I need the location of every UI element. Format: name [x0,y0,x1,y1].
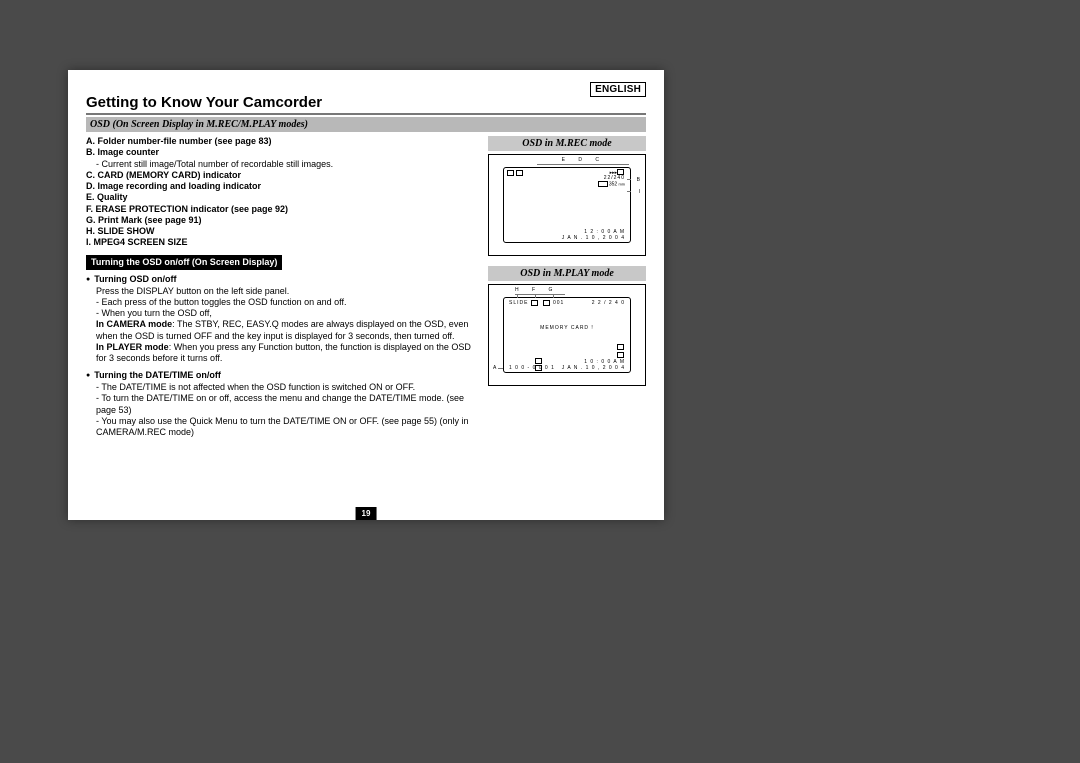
mplay-file: 1 0 0 - 0 0 0 1 [509,365,555,371]
mplay-marker-a: A [493,365,497,371]
title-rule [86,113,646,115]
bullet-turning-datetime: Turning the DATE/TIME on/off [86,370,478,382]
card-icon-2 [617,344,624,350]
dt-text-2: - To turn the DATE/TIME on or off, acces… [96,393,478,416]
item-b-sub: - Current still image/Total number of re… [96,159,478,170]
mplay-slide: SLIDE [509,300,528,306]
mrec-size: 352 [609,182,617,188]
sf-icon [507,170,514,176]
mplay-date: J A N . 1 0 , 2 0 0 4 [562,365,625,371]
box-icon [617,169,624,175]
item-c: C. CARD (MEMORY CARD) indicator [86,170,478,181]
section-heading-osd-onoff: Turning the OSD on/off (On Screen Displa… [86,255,282,270]
mplay-top-markers: H F G [515,287,558,293]
item-d: D. Image recording and loading indicator [86,181,478,192]
dt-text-1: - The DATE/TIME is not affected when the… [96,382,478,393]
item-f: F. ERASE PROTECTION indicator (see page … [86,204,478,215]
size-icon [598,181,608,187]
osd-text-1: Press the DISPLAY button on the left sid… [96,286,478,297]
item-h: H. SLIDE SHOW [86,226,478,237]
camera-mode-label: In CAMERA mode [96,319,172,329]
item-b: B. Image counter [86,147,478,158]
osd-player-mode: In PLAYER mode: When you press any Funct… [96,342,478,365]
mrec-top-markers: E D C [562,157,605,163]
item-e: E. Quality [86,192,478,203]
manual-page: ENGLISH Getting to Know Your Camcorder O… [68,70,664,520]
mplay-diagram: H F G SLIDE 001 2 2 / 2 4 0 MEMORY CARD … [488,284,646,386]
page-number: 19 [356,507,377,520]
bullet-turning-osd: Turning OSD on/off [86,274,478,286]
blank-icon-2 [535,358,542,364]
mplay-header: OSD in M.PLAY mode [488,266,646,281]
player-mode-label: In PLAYER mode [96,342,169,352]
mplay-num: 001 [553,300,564,306]
mrec-diagram: E D C ▸▸▸ 22/240 352 min B I [488,154,646,256]
mrec-header: OSD in M.REC mode [488,136,646,151]
mplay-memcard: MEMORY CARD ! [489,325,645,331]
mplay-counter: 2 2 / 2 4 0 [592,300,625,306]
lock-icon [531,300,538,306]
card-icon [516,170,523,176]
language-badge: ENGLISH [590,82,646,97]
dt-text-3: - You may also use the Quick Menu to tur… [96,416,478,439]
page-title: Getting to Know Your Camcorder [86,94,646,111]
diagram-column: OSD in M.REC mode E D C ▸▸▸ 22/240 352 m… [488,136,646,438]
item-i: I. MPEG4 SCREEN SIZE [86,237,478,248]
osd-camera-mode: In CAMERA mode: The STBY, REC, EASY.Q mo… [96,319,478,342]
osd-text-2: - Each press of the button toggles the O… [96,297,478,308]
mrec-marker-b: B [637,177,641,183]
arrow-icon: ▸▸▸ [610,170,615,174]
item-a: A. Folder number-file number (see page 8… [86,136,478,147]
box-icon-2 [617,352,624,358]
mrec-date: J A N . 1 0 , 2 0 0 4 [562,235,625,241]
item-g: G. Print Mark (see page 91) [86,215,478,226]
print-icon [543,300,550,306]
main-text-column: A. Folder number-file number (see page 8… [86,136,478,438]
osd-text-3: - When you turn the OSD off, [96,308,478,319]
mrec-marker-i: I [639,189,641,195]
subtitle-bar: OSD (On Screen Display in M.REC/M.PLAY m… [86,117,646,132]
